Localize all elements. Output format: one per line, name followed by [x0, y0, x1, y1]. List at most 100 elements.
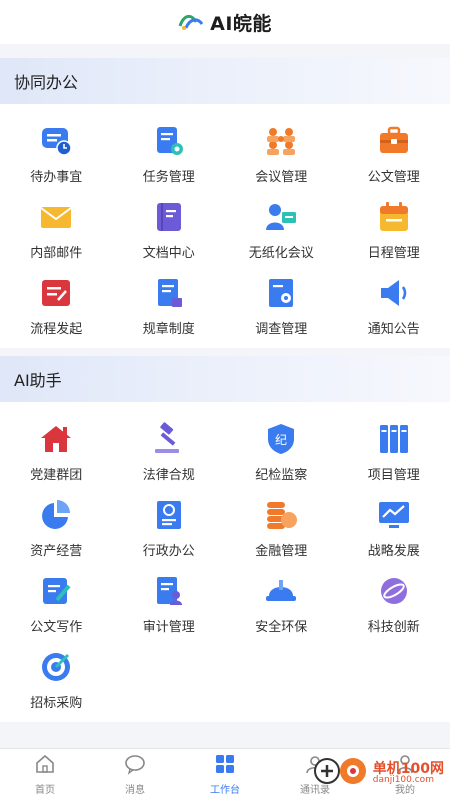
app-label: 待办事宜 [30, 170, 83, 185]
app-todo[interactable]: 待办事宜 [0, 116, 113, 192]
target-icon [37, 648, 75, 686]
nav-label: 消息 [125, 785, 145, 796]
app-logo-icon [178, 12, 204, 32]
app-internal-mail[interactable]: 内部邮件 [0, 192, 113, 268]
app-label: 文档中心 [142, 246, 195, 261]
coins-icon [262, 496, 300, 534]
pie-icon [37, 496, 75, 534]
app-label: 调查管理 [255, 322, 308, 337]
mail-icon [37, 198, 75, 236]
rules-icon [150, 274, 188, 312]
app-label: 项目管理 [367, 468, 420, 483]
app-meeting[interactable]: 会议管理 [225, 116, 338, 192]
app-survey[interactable]: 调查管理 [225, 268, 338, 344]
app-label: 公文写作 [30, 620, 83, 635]
app-party-building[interactable]: 党建群团 [0, 414, 113, 490]
app-finance[interactable]: 金融管理 [225, 490, 338, 566]
app-safety[interactable]: 安全环保 [225, 566, 338, 642]
nav-label: 工作台 [210, 785, 240, 796]
presenter-icon [262, 198, 300, 236]
briefcase-icon [375, 122, 413, 160]
app-label: 安全环保 [255, 620, 308, 635]
app-schedule[interactable]: 日程管理 [338, 192, 450, 268]
app-regulations[interactable]: 规章制度 [113, 268, 226, 344]
book-icon [150, 198, 188, 236]
nav-messages[interactable]: 消息 [90, 749, 180, 800]
house-icon [37, 420, 75, 458]
watermark-en: danji100.com [372, 774, 434, 785]
app-label: 任务管理 [142, 170, 195, 185]
section-title: 协同办公 [14, 73, 79, 92]
flow-icon [37, 274, 75, 312]
app-label: 日程管理 [367, 246, 420, 261]
helmet-icon [262, 572, 300, 610]
speaker-icon [375, 274, 413, 312]
app-grid: 党建群团 法律合规 纪 纪检监察 项目管理 资产经营 行政办公 金融管理 战略发… [0, 402, 450, 722]
app-process-start[interactable]: 流程发起 [0, 268, 113, 344]
app-label: 金融管理 [255, 544, 308, 559]
app-asset-operation[interactable]: 资产经营 [0, 490, 113, 566]
app-project-mgmt[interactable]: 项目管理 [338, 414, 450, 490]
svg-text:纪: 纪 [275, 433, 287, 447]
app-label: 内部邮件 [30, 246, 83, 261]
app-legal-compliance[interactable]: 法律合规 [113, 414, 226, 490]
app-title: AI皖能 [210, 12, 272, 35]
app-label: 审计管理 [142, 620, 195, 635]
app-label: 行政办公 [142, 544, 195, 559]
home-icon [34, 753, 56, 779]
shield-icon: 纪 [262, 420, 300, 458]
app-label: 流程发起 [30, 322, 83, 337]
columns-icon [375, 420, 413, 458]
app-label: 通知公告 [367, 322, 420, 337]
app-label: 资产经营 [30, 544, 83, 559]
watermark-cn: 单机100网 [372, 760, 444, 777]
watermark-text: 单机100网 danji100.com [373, 762, 444, 785]
app-discipline[interactable]: 纪 纪检监察 [225, 414, 338, 490]
todo-icon [37, 122, 75, 160]
task-icon [150, 122, 188, 160]
gavel-icon [150, 420, 188, 458]
chat-icon [124, 753, 146, 779]
grid-icon [214, 753, 236, 779]
nav-label: 首页 [35, 785, 55, 796]
app-notice[interactable]: 通知公告 [338, 268, 450, 344]
nav-workbench[interactable]: 工作台 [180, 749, 270, 800]
monitor-chart-icon [375, 496, 413, 534]
app-paperless-meeting[interactable]: 无纸化会议 [225, 192, 338, 268]
app-label: 战略发展 [367, 544, 420, 559]
app-admin-office[interactable]: 行政办公 [113, 490, 226, 566]
calendar-icon [375, 198, 413, 236]
nav-home[interactable]: 首页 [0, 749, 90, 800]
app-tech-innovation[interactable]: 科技创新 [338, 566, 450, 642]
app-label: 招标采购 [30, 696, 83, 711]
app-label: 法律合规 [142, 468, 195, 483]
app-label: 科技创新 [367, 620, 420, 635]
document-icon [150, 496, 188, 534]
section-header: AI助手 [0, 356, 450, 402]
app-label: 规章制度 [142, 322, 195, 337]
watermark: 单机100网 danji100.com [313, 756, 444, 790]
top-bar: AI皖能 [0, 0, 450, 44]
app-grid: 待办事宜 任务管理 会议管理 公文管理 内部邮件 文档中心 无纸化会议 日程管理… [0, 104, 450, 348]
meeting-icon [262, 122, 300, 160]
planet-icon [375, 572, 413, 610]
app-label: 公文管理 [367, 170, 420, 185]
audit-icon [150, 572, 188, 610]
section-title: AI助手 [14, 371, 62, 390]
watermark-logo-icon [313, 756, 369, 790]
app-strategy[interactable]: 战略发展 [338, 490, 450, 566]
app-label: 会议管理 [255, 170, 308, 185]
section-header: 协同办公 [0, 58, 450, 104]
section-collaboration: 协同办公 待办事宜 任务管理 会议管理 公文管理 内部邮件 文档中心 无纸化会议… [0, 58, 450, 348]
section-ai-assistant: AI助手 党建群团 法律合规 纪 纪检监察 项目管理 资产经营 行政办公 金融管… [0, 356, 450, 722]
app-audit[interactable]: 审计管理 [113, 566, 226, 642]
survey-icon [262, 274, 300, 312]
app-task[interactable]: 任务管理 [113, 116, 226, 192]
app-doc-center[interactable]: 文档中心 [113, 192, 226, 268]
app-doc-writing[interactable]: 公文写作 [0, 566, 113, 642]
write-icon [37, 572, 75, 610]
app-bidding[interactable]: 招标采购 [0, 642, 113, 718]
app-label: 党建群团 [30, 468, 83, 483]
app-label: 无纸化会议 [248, 246, 314, 261]
app-official-docs[interactable]: 公文管理 [338, 116, 450, 192]
